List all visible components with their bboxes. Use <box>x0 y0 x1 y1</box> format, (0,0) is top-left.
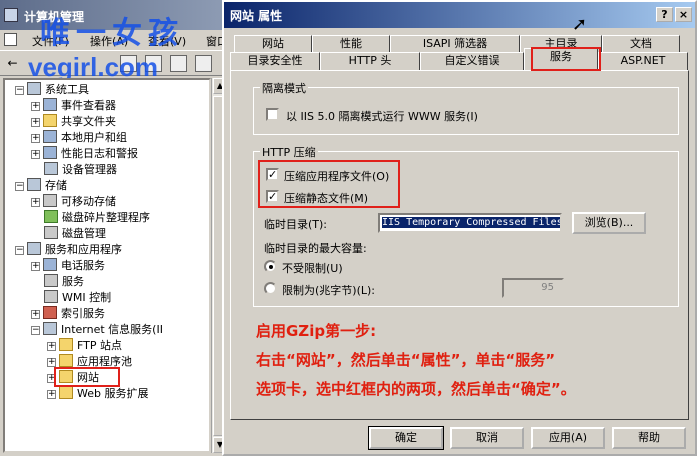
storage-icon <box>27 178 41 191</box>
folder-icon <box>59 386 73 399</box>
tree-node-system-tools[interactable]: − 系统工具 <box>15 82 89 98</box>
ok-button[interactable]: 确定 <box>368 426 444 450</box>
folder-icon <box>59 338 73 351</box>
tab-documents[interactable]: 文档 <box>602 35 680 53</box>
expand-icon[interactable]: + <box>31 118 40 127</box>
tree-node-indexing-service[interactable]: + 索引服务 <box>31 306 105 322</box>
tree-node-disk-defragmenter[interactable]: 磁盘碎片整理程序 <box>44 210 150 226</box>
iis-icon <box>43 322 57 335</box>
expand-icon[interactable]: + <box>31 150 40 159</box>
tree-node-iis[interactable]: − Internet 信息服务(II <box>31 322 163 338</box>
max-size-label: 临时目录的最大容量: <box>264 242 367 255</box>
telephony-icon <box>43 258 57 271</box>
unlimited-label[interactable]: 不受限制(U) <box>282 260 343 276</box>
websites-highlight-box <box>54 367 120 387</box>
instruction-line-1: 启用GZip第一步: <box>256 322 377 340</box>
removable-storage-icon <box>43 194 57 207</box>
tree-node-services[interactable]: 服务 <box>44 274 84 290</box>
dialog-title-bar: 网站 属性 ? × <box>224 2 695 28</box>
show-hide-tree-icon[interactable] <box>195 55 212 72</box>
expand-icon[interactable]: + <box>31 310 40 319</box>
browse-button[interactable]: 浏览(B)... <box>572 212 646 234</box>
folder-icon <box>43 114 57 127</box>
isolation-mode-legend: 隔离模式 <box>260 80 308 96</box>
tree-node-event-viewer[interactable]: + 事件查看器 <box>31 98 116 114</box>
tab-http-headers[interactable]: HTTP 头 <box>320 52 420 70</box>
collapse-icon[interactable]: − <box>31 326 40 335</box>
http-compression-legend: HTTP 压缩 <box>260 144 318 160</box>
tree-node-services-and-applications[interactable]: − 服务和应用程序 <box>15 242 122 258</box>
close-caption-button[interactable]: × <box>675 7 692 22</box>
disk-management-icon <box>44 226 58 239</box>
collapse-icon[interactable]: − <box>15 86 24 95</box>
expand-icon[interactable]: + <box>31 134 40 143</box>
expand-icon[interactable]: + <box>31 198 40 207</box>
expand-icon[interactable]: + <box>47 390 56 399</box>
performance-icon <box>43 146 57 159</box>
wmi-icon <box>44 290 58 303</box>
tree-node-wmi-control[interactable]: WMI 控制 <box>44 290 111 306</box>
tree-node-device-manager[interactable]: 设备管理器 <box>44 162 117 178</box>
defragmenter-icon <box>44 210 58 223</box>
collapse-icon[interactable]: − <box>15 246 24 255</box>
watermark-chinese: 唯一女孩 <box>40 16 184 51</box>
iis5-isolation-checkbox[interactable] <box>266 108 279 121</box>
expand-icon[interactable]: + <box>47 342 56 351</box>
compression-options-highlight-box <box>258 160 400 208</box>
tree-node-performance-logs[interactable]: + 性能日志和警报 <box>31 146 138 162</box>
tree-node-storage[interactable]: − 存储 <box>15 178 67 194</box>
indexing-icon <box>43 306 57 319</box>
instruction-annotation: 启用GZip第一步: 右击“网站”，然后单击“属性”，单击“服务” 选项卡，选中… <box>256 317 688 404</box>
tab-performance[interactable]: 性能 <box>312 35 390 53</box>
users-icon <box>43 130 57 143</box>
services-apps-icon <box>27 242 41 255</box>
collapse-icon[interactable]: − <box>15 182 24 191</box>
limit-label[interactable]: 限制为(兆字节)(L): <box>282 282 375 298</box>
tab-custom-errors[interactable]: 自定义错误 <box>420 52 524 70</box>
back-arrow-icon[interactable]: ← <box>4 55 21 72</box>
expand-icon[interactable]: + <box>47 358 56 367</box>
computer-management-icon <box>4 8 18 22</box>
tab-isapi-filters[interactable]: ISAPI 筛选器 <box>390 35 520 53</box>
instruction-line-2: 右击“网站”，然后单击“属性”，单击“服务” <box>256 351 556 369</box>
isolation-mode-group: 隔离模式 以 IIS 5.0 隔离模式运行 WWW 服务(I) <box>253 80 679 135</box>
apply-button[interactable]: 应用(A) <box>531 427 605 449</box>
instruction-line-3: 选项卡，选中红框内的两项，然后单击“确定”。 <box>256 380 576 398</box>
tree-node-local-users[interactable]: + 本地用户和组 <box>31 130 127 146</box>
console-tree: − 系统工具 + 事件查看器 + 共享文件夹 + 本地用户和组 + 性能日志和警报 设备管… <box>3 78 211 453</box>
expand-icon[interactable]: + <box>31 262 40 271</box>
tree-node-disk-management[interactable]: 磁盘管理 <box>44 226 106 242</box>
system-menu-icon[interactable] <box>4 33 17 46</box>
tab-directory-security[interactable]: 目录安全性 <box>230 52 320 70</box>
iis5-isolation-label[interactable]: 以 IIS 5.0 隔离模式运行 WWW 服务(I) <box>286 108 478 124</box>
limit-radio[interactable] <box>264 282 277 295</box>
tree-node-removable-storage[interactable]: + 可移动存储 <box>31 194 116 210</box>
device-manager-icon <box>44 162 58 175</box>
tab-website[interactable]: 网站 <box>234 35 312 53</box>
cancel-button[interactable]: 取消 <box>450 427 524 449</box>
tree-node-ftp-sites[interactable]: + FTP 站点 <box>47 338 122 354</box>
tab-aspnet[interactable]: ASP.NET <box>598 52 688 70</box>
temp-dir-input[interactable]: IIS Temporary Compressed Files <box>378 213 562 233</box>
tree-node-shared-folders[interactable]: + 共享文件夹 <box>31 114 116 130</box>
expand-icon[interactable]: + <box>31 102 40 111</box>
computer-management-window: 计算机管理 文件(F) 操作(A) 查看(V) 窗口 ← 唯一女孩 vegirl… <box>0 0 232 456</box>
limit-mb-input[interactable]: 95 <box>502 278 564 298</box>
tree-node-web-service-extensions[interactable]: + Web 服务扩展 <box>47 386 148 402</box>
http-compression-group: HTTP 压缩 ✓ 压缩应用程序文件(O) ✓ 压缩静态文件(M) 临时目录(T… <box>253 144 679 307</box>
help-icon[interactable] <box>170 55 187 72</box>
temp-dir-label: 临时目录(T): <box>264 218 328 231</box>
folder-icon <box>59 354 73 367</box>
service-tab-highlight-box <box>531 47 601 71</box>
help-button[interactable]: 帮助 <box>612 427 686 449</box>
event-viewer-icon <box>43 98 57 111</box>
services-gear-icon <box>44 274 58 287</box>
unlimited-radio[interactable] <box>264 260 277 273</box>
mouse-cursor-icon: ➚ <box>572 14 588 35</box>
help-caption-button[interactable]: ? <box>656 7 673 22</box>
tools-icon <box>27 82 41 95</box>
tree-node-telephony[interactable]: + 电话服务 <box>31 258 105 274</box>
dialog-title: 网站 属性 <box>230 9 283 23</box>
